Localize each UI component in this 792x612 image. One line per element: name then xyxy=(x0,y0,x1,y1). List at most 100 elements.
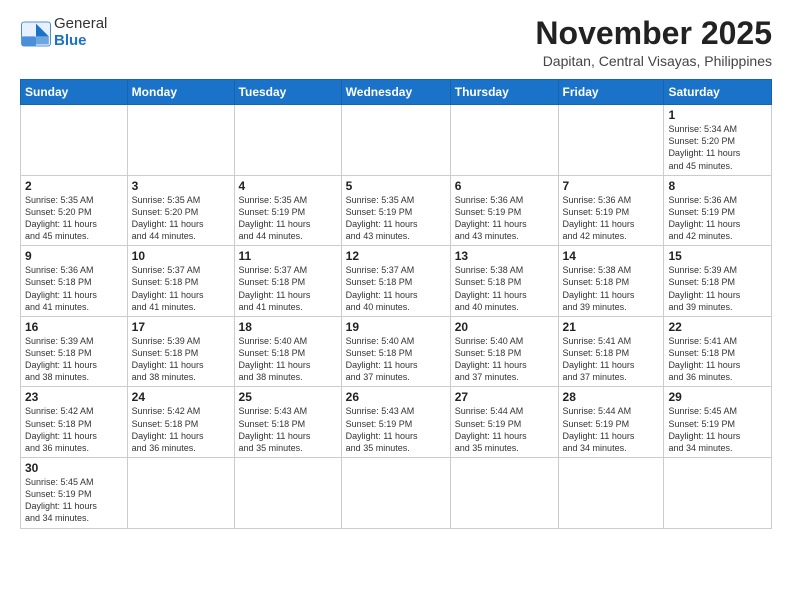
day-info: Sunrise: 5:37 AM Sunset: 5:18 PM Dayligh… xyxy=(239,264,337,313)
day-number: 27 xyxy=(455,390,554,404)
day-info: Sunrise: 5:45 AM Sunset: 5:19 PM Dayligh… xyxy=(25,476,123,525)
weekday-header-row: SundayMondayTuesdayWednesdayThursdayFrid… xyxy=(21,80,772,105)
calendar-cell: 1Sunrise: 5:34 AM Sunset: 5:20 PM Daylig… xyxy=(664,105,772,176)
weekday-header-thursday: Thursday xyxy=(450,80,558,105)
day-number: 16 xyxy=(25,320,123,334)
day-info: Sunrise: 5:40 AM Sunset: 5:18 PM Dayligh… xyxy=(239,335,337,384)
day-number: 4 xyxy=(239,179,337,193)
day-info: Sunrise: 5:39 AM Sunset: 5:18 PM Dayligh… xyxy=(132,335,230,384)
weekday-header-friday: Friday xyxy=(558,80,664,105)
day-info: Sunrise: 5:40 AM Sunset: 5:18 PM Dayligh… xyxy=(455,335,554,384)
day-info: Sunrise: 5:41 AM Sunset: 5:18 PM Dayligh… xyxy=(668,335,767,384)
calendar-week-1: 2Sunrise: 5:35 AM Sunset: 5:20 PM Daylig… xyxy=(21,175,772,246)
calendar-cell: 17Sunrise: 5:39 AM Sunset: 5:18 PM Dayli… xyxy=(127,316,234,387)
calendar-cell xyxy=(664,458,772,529)
calendar-week-4: 23 Sunrise: 5:42 AM Sunset: 5:18 PM Dayli… xyxy=(21,387,772,458)
calendar-cell xyxy=(21,105,128,176)
calendar-cell: 20Sunrise: 5:40 AM Sunset: 5:18 PM Dayli… xyxy=(450,316,558,387)
logo-icon xyxy=(20,20,52,48)
calendar-cell xyxy=(450,105,558,176)
calendar-cell: 15Sunrise: 5:39 AM Sunset: 5:18 PM Dayli… xyxy=(664,246,772,317)
calendar-cell xyxy=(127,105,234,176)
day-number: 12 xyxy=(346,249,446,263)
day-number: 17 xyxy=(132,320,230,334)
day-info: Sunrise: 5:35 AM Sunset: 5:20 PM Dayligh… xyxy=(132,194,230,243)
day-number: 10 xyxy=(132,249,230,263)
day-info: Sunrise: 5:35 AM Sunset: 5:19 PM Dayligh… xyxy=(239,194,337,243)
day-info: Sunrise: 5:34 AM Sunset: 5:20 PM Dayligh… xyxy=(668,123,767,172)
calendar-cell: 10Sunrise: 5:37 AM Sunset: 5:18 PM Dayli… xyxy=(127,246,234,317)
calendar-cell: 19Sunrise: 5:40 AM Sunset: 5:18 PM Dayli… xyxy=(341,316,450,387)
day-info: Sunrise: 5:36 AM Sunset: 5:18 PM Dayligh… xyxy=(25,264,123,313)
calendar-cell: 23Sunrise: 5:42 AM Sunset: 5:18 PM Dayli… xyxy=(21,387,128,458)
day-info: Sunrise: 5:36 AM Sunset: 5:19 PM Dayligh… xyxy=(455,194,554,243)
day-info: Sunrise: 5:36 AM Sunset: 5:19 PM Dayligh… xyxy=(563,194,660,243)
day-number: 20 xyxy=(455,320,554,334)
calendar-cell: 7Sunrise: 5:36 AM Sunset: 5:19 PM Daylig… xyxy=(558,175,664,246)
calendar-table: SundayMondayTuesdayWednesdayThursdayFrid… xyxy=(20,79,772,528)
day-number: 24 xyxy=(132,390,230,404)
day-number: 3 xyxy=(132,179,230,193)
weekday-header-tuesday: Tuesday xyxy=(234,80,341,105)
day-info: Sunrise: 5:44 AM Sunset: 5:19 PM Dayligh… xyxy=(455,405,554,454)
calendar-cell xyxy=(127,458,234,529)
day-info: Sunrise: 5:37 AM Sunset: 5:18 PM Dayligh… xyxy=(346,264,446,313)
calendar-cell: 13Sunrise: 5:38 AM Sunset: 5:18 PM Dayli… xyxy=(450,246,558,317)
day-info: Sunrise: 5:43 AM Sunset: 5:18 PM Dayligh… xyxy=(239,405,337,454)
calendar-cell: 2Sunrise: 5:35 AM Sunset: 5:20 PM Daylig… xyxy=(21,175,128,246)
calendar-cell: 30Sunrise: 5:45 AM Sunset: 5:19 PM Dayli… xyxy=(21,458,128,529)
calendar-cell: 18Sunrise: 5:40 AM Sunset: 5:18 PM Dayli… xyxy=(234,316,341,387)
day-number: 14 xyxy=(563,249,660,263)
calendar-subtitle: Dapitan, Central Visayas, Philippines xyxy=(535,53,772,69)
calendar-week-0: 1Sunrise: 5:34 AM Sunset: 5:20 PM Daylig… xyxy=(21,105,772,176)
day-number: 15 xyxy=(668,249,767,263)
day-number: 2 xyxy=(25,179,123,193)
calendar-cell xyxy=(234,105,341,176)
day-info: Sunrise: 5:35 AM Sunset: 5:20 PM Dayligh… xyxy=(25,194,123,243)
day-number: 7 xyxy=(563,179,660,193)
calendar-cell xyxy=(558,458,664,529)
day-info: Sunrise: 5:38 AM Sunset: 5:18 PM Dayligh… xyxy=(455,264,554,313)
calendar-week-3: 16Sunrise: 5:39 AM Sunset: 5:18 PM Dayli… xyxy=(21,316,772,387)
day-number: 1 xyxy=(668,108,767,122)
logo-text: GeneralBlue xyxy=(54,16,107,49)
day-info: Sunrise: 5:39 AM Sunset: 5:18 PM Dayligh… xyxy=(25,335,123,384)
calendar-cell xyxy=(341,458,450,529)
calendar-cell: 26Sunrise: 5:43 AM Sunset: 5:19 PM Dayli… xyxy=(341,387,450,458)
weekday-header-wednesday: Wednesday xyxy=(341,80,450,105)
page: GeneralBlue November 2025 Dapitan, Centr… xyxy=(0,0,792,612)
calendar-cell: 14Sunrise: 5:38 AM Sunset: 5:18 PM Dayli… xyxy=(558,246,664,317)
calendar-cell: 28Sunrise: 5:44 AM Sunset: 5:19 PM Dayli… xyxy=(558,387,664,458)
calendar-cell: 8Sunrise: 5:36 AM Sunset: 5:19 PM Daylig… xyxy=(664,175,772,246)
header: GeneralBlue November 2025 Dapitan, Centr… xyxy=(20,16,772,69)
calendar-cell: 6Sunrise: 5:36 AM Sunset: 5:19 PM Daylig… xyxy=(450,175,558,246)
day-info: Sunrise: 5:39 AM Sunset: 5:18 PM Dayligh… xyxy=(668,264,767,313)
calendar-cell: 5Sunrise: 5:35 AM Sunset: 5:19 PM Daylig… xyxy=(341,175,450,246)
weekday-header-saturday: Saturday xyxy=(664,80,772,105)
calendar-week-5: 30Sunrise: 5:45 AM Sunset: 5:19 PM Dayli… xyxy=(21,458,772,529)
day-info: Sunrise: 5:37 AM Sunset: 5:18 PM Dayligh… xyxy=(132,264,230,313)
day-number: 30 xyxy=(25,461,123,475)
calendar-cell xyxy=(558,105,664,176)
day-number: 23 xyxy=(25,390,123,404)
calendar-cell: 22Sunrise: 5:41 AM Sunset: 5:18 PM Dayli… xyxy=(664,316,772,387)
calendar-cell: 3Sunrise: 5:35 AM Sunset: 5:20 PM Daylig… xyxy=(127,175,234,246)
calendar-cell: 9Sunrise: 5:36 AM Sunset: 5:18 PM Daylig… xyxy=(21,246,128,317)
day-info: Sunrise: 5:38 AM Sunset: 5:18 PM Dayligh… xyxy=(563,264,660,313)
weekday-header-sunday: Sunday xyxy=(21,80,128,105)
day-info: Sunrise: 5:42 AM Sunset: 5:18 PM Dayligh… xyxy=(132,405,230,454)
day-number: 13 xyxy=(455,249,554,263)
day-info: Sunrise: 5:41 AM Sunset: 5:18 PM Dayligh… xyxy=(563,335,660,384)
day-info: Sunrise: 5:45 AM Sunset: 5:19 PM Dayligh… xyxy=(668,405,767,454)
calendar-cell: 12Sunrise: 5:37 AM Sunset: 5:18 PM Dayli… xyxy=(341,246,450,317)
calendar-cell: 4Sunrise: 5:35 AM Sunset: 5:19 PM Daylig… xyxy=(234,175,341,246)
day-number: 25 xyxy=(239,390,337,404)
day-number: 22 xyxy=(668,320,767,334)
day-number: 26 xyxy=(346,390,446,404)
calendar-cell: 25Sunrise: 5:43 AM Sunset: 5:18 PM Dayli… xyxy=(234,387,341,458)
day-number: 11 xyxy=(239,249,337,263)
title-block: November 2025 Dapitan, Central Visayas, … xyxy=(535,16,772,69)
logo: GeneralBlue xyxy=(20,16,107,49)
calendar-cell: 24Sunrise: 5:42 AM Sunset: 5:18 PM Dayli… xyxy=(127,387,234,458)
calendar-cell: 27Sunrise: 5:44 AM Sunset: 5:19 PM Dayli… xyxy=(450,387,558,458)
